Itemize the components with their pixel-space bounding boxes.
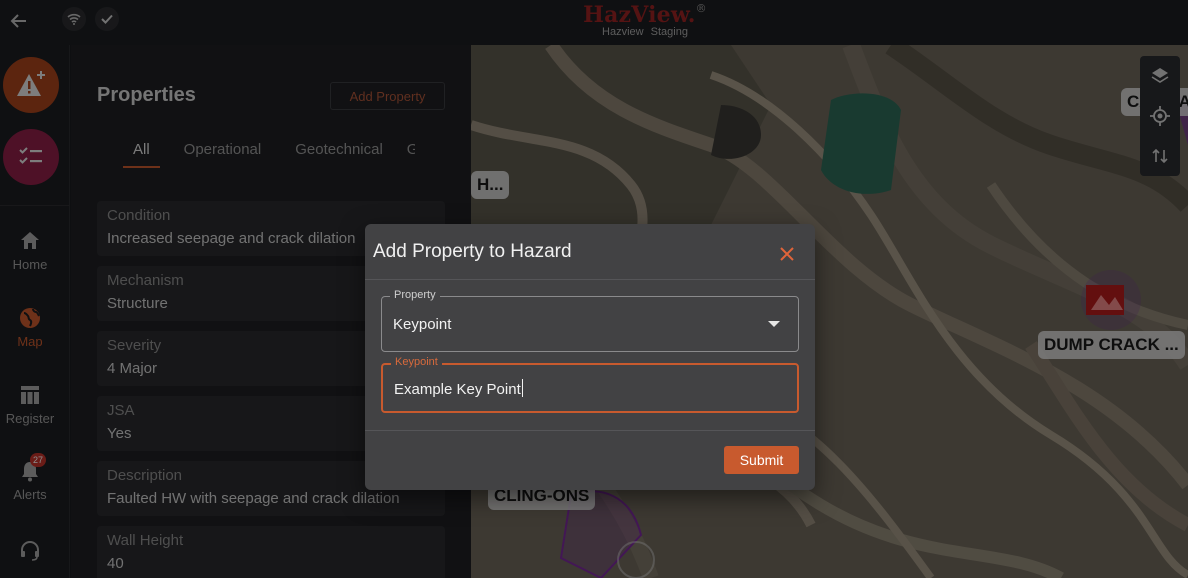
app-root: HazView.® Hazview Staging Home Map Regis…: [0, 0, 1188, 578]
dialog-divider: [365, 279, 815, 280]
close-icon: [780, 247, 794, 261]
property-select-label: Property: [390, 289, 440, 301]
dialog-title: Add Property to Hazard: [373, 241, 572, 262]
keypoint-input-value: Example Key Point: [394, 379, 523, 398]
text-caret: [521, 379, 523, 397]
add-property-dialog: Add Property to Hazard Property Keypoint…: [365, 224, 815, 490]
property-select-value: Keypoint: [393, 316, 452, 333]
property-select[interactable]: Property Keypoint: [381, 289, 799, 352]
dialog-divider: [365, 430, 815, 431]
chevron-down-icon: [768, 321, 780, 327]
keypoint-input[interactable]: Keypoint Example Key Point: [381, 356, 799, 413]
submit-button[interactable]: Submit: [724, 446, 799, 474]
close-button[interactable]: [775, 242, 799, 266]
keypoint-input-label: Keypoint: [391, 356, 442, 368]
